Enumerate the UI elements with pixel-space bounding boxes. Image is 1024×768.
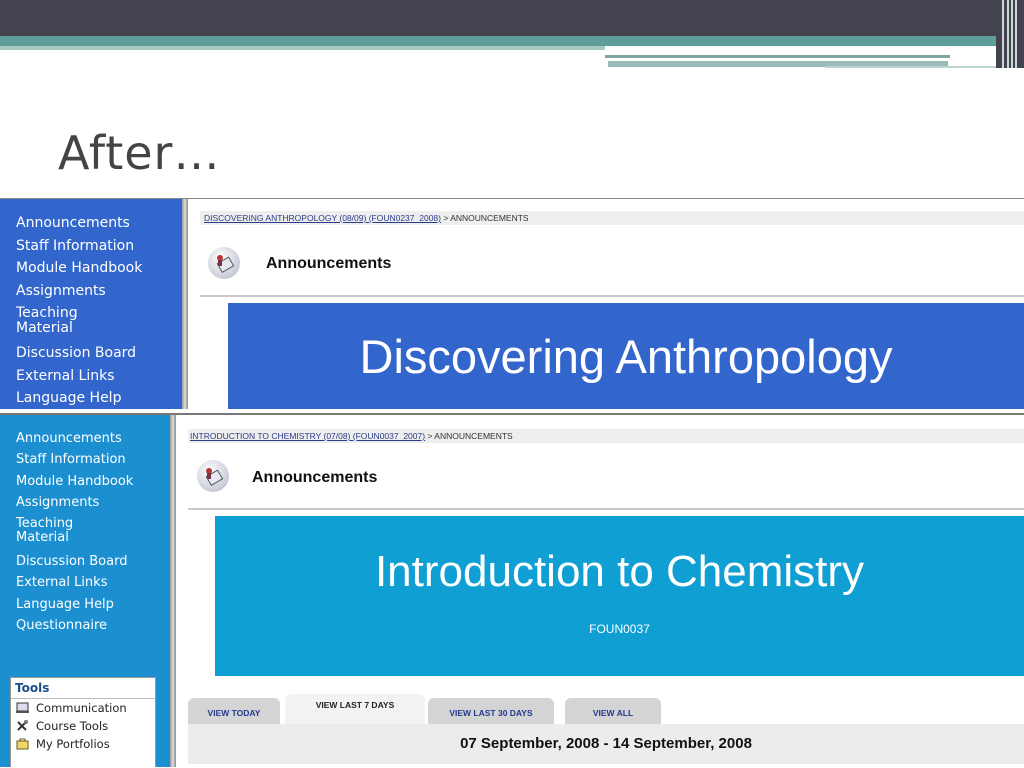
tab-view-all[interactable]: VIEW ALL [565, 698, 661, 724]
announcements-icon [197, 460, 229, 492]
nav-item-announcements[interactable]: Announcements [16, 432, 170, 453]
nav-item-language-help[interactable]: Language Help [16, 598, 170, 619]
nav-item-questionnaire[interactable]: Questionnaire [16, 619, 170, 640]
course-banner-title: Introduction to Chemistry [374, 547, 865, 596]
tools-item-course-tools[interactable]: Course Tools [11, 717, 155, 735]
nav-divider [170, 415, 176, 767]
nav-item-external-links[interactable]: External Links [16, 369, 182, 392]
date-range: 07 September, 2008 - 14 September, 2008 [188, 724, 1024, 764]
nav-item-module-handbook[interactable]: Module Handbook [16, 261, 182, 284]
breadcrumb-current: > ANNOUNCEMENTS [440, 213, 529, 223]
tab-view-today[interactable]: VIEW TODAY [188, 698, 280, 724]
tools-item-label: Communication [36, 701, 127, 715]
tools-item-communication[interactable]: Communication [11, 699, 155, 717]
breadcrumb-course-link[interactable]: INTRODUCTION TO CHEMISTRY (07/08) (FOUN0… [190, 431, 425, 441]
tools-item-my-portfolios[interactable]: My Portfolios [11, 735, 155, 753]
nav-item-announcements[interactable]: Announcements [16, 216, 182, 239]
course-screenshot-anthropology: Announcements Staff Information Module Han… [0, 198, 1024, 409]
course-nav-menu: Announcements Staff Information Module Han… [0, 199, 182, 409]
slide-accent-strip [0, 36, 1010, 46]
page-heading: Announcements [252, 469, 378, 486]
heading-divider [200, 295, 1024, 297]
communication-icon [16, 702, 30, 714]
course-banner: Introduction to Chemistry FOUN0037 [215, 516, 1024, 676]
breadcrumb: DISCOVERING ANTHROPOLOGY (08/09) (FOUN02… [200, 211, 1024, 225]
course-nav-menu: Announcements Staff Information Module Han… [0, 415, 170, 767]
nav-item-language-help[interactable]: Language Help [16, 391, 182, 409]
nav-item-module-handbook[interactable]: Module Handbook [16, 475, 170, 496]
slide-deco-line [605, 55, 950, 58]
tools-item-label: Course Tools [36, 719, 109, 733]
slide-accent-strip-light [0, 46, 605, 50]
course-nav-list: Announcements Staff Information Module Han… [0, 415, 170, 640]
breadcrumb: INTRODUCTION TO CHEMISTRY (07/08) (FOUN0… [188, 429, 1024, 443]
nav-item-discussion-board[interactable]: Discussion Board [16, 555, 170, 576]
tab-view-last-7-days[interactable]: VIEW LAST 7 DAYS [285, 694, 425, 724]
slide-deco-line [825, 66, 1015, 68]
nav-item-assignments[interactable]: Assignments [16, 284, 182, 307]
nav-item-teaching-material[interactable]: Teaching Material [16, 306, 182, 346]
nav-item-assignments[interactable]: Assignments [16, 496, 170, 517]
nav-item-teaching-material[interactable]: Teaching Material [16, 517, 170, 555]
heading-divider [188, 508, 1024, 510]
breadcrumb-course-link[interactable]: DISCOVERING ANTHROPOLOGY (08/09) (FOUN02… [204, 213, 441, 223]
course-tools-icon [16, 720, 30, 732]
course-banner: Discovering Anthropology [228, 303, 1024, 409]
slide-edge-decoration [996, 0, 1024, 68]
nav-divider [182, 199, 188, 409]
portfolio-icon [16, 738, 30, 750]
tools-item-label: My Portfolios [36, 737, 110, 751]
slide-header-bar [0, 0, 1024, 36]
nav-item-staff-information[interactable]: Staff Information [16, 239, 182, 262]
tools-panel: Tools Communication Course Tools My Port… [10, 677, 156, 767]
page-heading: Announcements [266, 255, 392, 272]
nav-item-staff-information[interactable]: Staff Information [16, 453, 170, 474]
tab-view-last-30-days[interactable]: VIEW LAST 30 DAYS [428, 698, 554, 724]
course-screenshot-chemistry: Announcements Staff Information Module Han… [0, 413, 1024, 767]
breadcrumb-current: > ANNOUNCEMENTS [425, 431, 513, 441]
announcements-icon [208, 247, 240, 279]
nav-item-discussion-board[interactable]: Discussion Board [16, 346, 182, 369]
nav-item-external-links[interactable]: External Links [16, 576, 170, 597]
course-banner-title: Discovering Anthropology [359, 330, 893, 383]
slide-title: After… [58, 126, 221, 180]
tools-header: Tools [11, 678, 155, 699]
course-banner-code: FOUN0037 [589, 622, 650, 636]
course-nav-list: Announcements Staff Information Module Han… [0, 199, 182, 409]
